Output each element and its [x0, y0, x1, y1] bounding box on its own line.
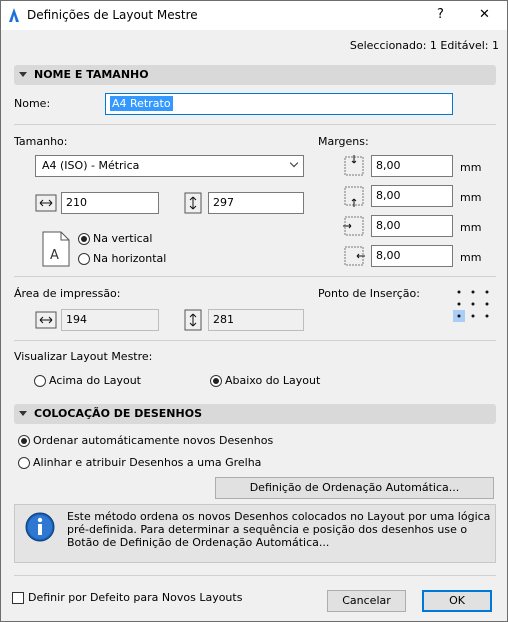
- margin-unit: mm: [460, 191, 482, 204]
- orientation-horizontal-label: Na horizontal: [93, 252, 167, 265]
- margin-unit: mm: [460, 161, 482, 174]
- help-button[interactable]: ?: [437, 7, 444, 22]
- margin-right-input[interactable]: 8,00: [371, 245, 453, 267]
- section-name-size-header[interactable]: NOME E TAMANHO: [14, 65, 496, 85]
- radio-indicator: [18, 456, 30, 469]
- window-title: Definições de Layout Mestre: [27, 8, 198, 22]
- view-below-label: Abaixo do Layout: [225, 374, 321, 387]
- selection-status: Seleccionado: 1 Editável: 1: [349, 39, 499, 52]
- paper-size-value: A4 (ISO) - Métrica: [42, 159, 140, 172]
- default-layout-label: Definir por Defeito para Novos Layouts: [28, 591, 243, 604]
- divider: [14, 575, 496, 576]
- section-drawing-placement-title: COLOCAÇÃO DE DESENHOS: [34, 407, 202, 420]
- svg-text:A: A: [50, 248, 59, 263]
- close-button[interactable]: ✕: [479, 7, 490, 22]
- collapse-arrow-icon: [19, 72, 27, 77]
- app-icon: [9, 8, 19, 22]
- margin-left-icon: [343, 216, 364, 236]
- auto-order-label: Ordenar automáticamente novos Desenhos: [33, 434, 274, 447]
- section-drawing-placement-header[interactable]: COLOCAÇÃO DE DESENHOS: [14, 404, 496, 424]
- view-above-label: Acima do Layout: [49, 374, 141, 387]
- print-area-label: Área de impressão:: [14, 287, 121, 300]
- paper-size-dropdown[interactable]: A4 (ISO) - Métrica: [35, 155, 304, 177]
- margin-unit: mm: [460, 251, 482, 264]
- margin-top-icon: [344, 155, 364, 176]
- divider: [14, 340, 496, 341]
- margin-left-input[interactable]: 8,00: [371, 215, 453, 237]
- name-input[interactable]: A4 Retrato: [105, 93, 453, 115]
- view-above-radio[interactable]: Acima do Layout: [34, 374, 141, 387]
- view-master-label: Visualizar Layout Mestre:: [14, 350, 153, 363]
- name-input-value: A4 Retrato: [110, 96, 173, 111]
- auto-order-radio[interactable]: Ordenar automáticamente novos Desenhos: [18, 434, 273, 447]
- divider: [14, 276, 496, 277]
- radio-indicator: [34, 374, 46, 387]
- ok-button[interactable]: OK: [422, 590, 492, 612]
- print-width-icon: [35, 311, 57, 329]
- cancel-button[interactable]: Cancelar: [327, 590, 406, 612]
- insertion-point-label: Ponto de Inserção:: [318, 287, 420, 300]
- radio-indicator: [210, 374, 222, 387]
- chevron-down-icon: [289, 158, 299, 168]
- name-label: Nome:: [14, 97, 51, 110]
- margin-bottom-icon: [344, 186, 364, 207]
- view-below-radio[interactable]: Abaixo do Layout: [210, 374, 320, 387]
- info-box: Este método ordena os novos Desenhos col…: [14, 504, 496, 563]
- title-bar: Definições de Layout Mestre ? ✕: [1, 1, 507, 30]
- collapse-arrow-icon: [19, 411, 27, 416]
- height-input[interactable]: 297: [208, 192, 304, 214]
- print-height-field: 281: [208, 309, 304, 331]
- height-icon: [184, 192, 202, 214]
- size-label: Tamanho:: [14, 135, 68, 148]
- margin-right-icon: [344, 246, 365, 266]
- radio-indicator: [18, 434, 30, 447]
- margins-label: Margens:: [318, 135, 369, 148]
- width-input[interactable]: 210: [61, 192, 159, 214]
- section-name-size-title: NOME E TAMANHO: [34, 68, 149, 81]
- page-orientation-icon: A: [42, 231, 70, 267]
- info-text: Este método ordena os novos Desenhos col…: [67, 510, 491, 549]
- width-icon: [35, 194, 57, 212]
- print-width-field: 194: [61, 309, 159, 331]
- auto-order-settings-button[interactable]: Definição de Ordenação Automática...: [215, 477, 494, 499]
- grid-align-label: Alinhar e atribuir Desenhos a uma Grelha: [33, 456, 262, 469]
- margin-top-input[interactable]: 8,00: [371, 155, 453, 177]
- default-layout-checkbox[interactable]: [12, 592, 24, 604]
- margin-bottom-input[interactable]: 8,00: [371, 185, 453, 207]
- orientation-vertical-label: Na vertical: [93, 232, 153, 245]
- radio-indicator: [78, 232, 90, 245]
- dialog-window: Definições de Layout Mestre ? ✕ Seleccio…: [0, 0, 508, 622]
- divider: [14, 124, 496, 125]
- print-height-icon: [184, 309, 202, 331]
- radio-indicator: [78, 252, 90, 265]
- margin-unit: mm: [460, 221, 482, 234]
- orientation-horizontal-radio[interactable]: Na horizontal: [78, 252, 166, 265]
- orientation-vertical-radio[interactable]: Na vertical: [78, 232, 152, 245]
- info-icon: [25, 512, 55, 542]
- grid-align-radio[interactable]: Alinhar e atribuir Desenhos a uma Grelha: [18, 456, 261, 469]
- insertion-point-grid-icon[interactable]: [453, 287, 493, 323]
